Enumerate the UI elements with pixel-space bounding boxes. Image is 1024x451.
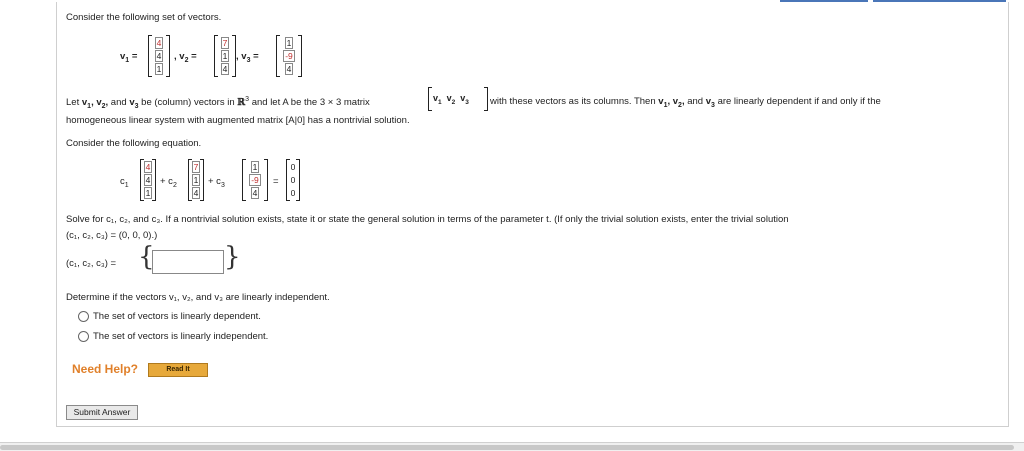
intro-text: Consider the following set of vectors.	[66, 12, 222, 23]
consider-equation-text: Consider the following equation.	[66, 138, 202, 149]
v1-entry-3: 1	[154, 63, 164, 75]
submit-answer-button[interactable]: Submit Answer	[66, 405, 138, 420]
option-independent-radio[interactable]	[78, 331, 89, 342]
eq-v2: 7 1 4	[188, 159, 204, 201]
rn-symbol: ℝ	[237, 97, 246, 109]
c2-coef: + c2	[160, 176, 177, 189]
v3-label: , v3 =	[236, 51, 259, 64]
v1-matrix: 4 4 1	[148, 35, 170, 77]
v2-entry-3: 4	[220, 63, 230, 75]
v3-entry-1: 1	[284, 37, 294, 49]
option-independent-label[interactable]: The set of vectors is linearly independe…	[93, 331, 268, 342]
v1-entry-2: 4	[154, 50, 164, 62]
scrollbar-thumb[interactable]	[0, 445, 1014, 450]
horizontal-scrollbar[interactable]	[0, 442, 1024, 451]
v2-matrix: 7 1 4	[214, 35, 236, 77]
v3-entry-2: -9	[283, 50, 295, 62]
zero-vector: 0 0 0	[286, 159, 300, 201]
option-dependent-label[interactable]: The set of vectors is linearly dependent…	[93, 311, 261, 322]
v2-label: , v2 =	[174, 51, 197, 64]
equals-sign: =	[273, 176, 279, 187]
paragraph-line-2: homogeneous linear system with augmented…	[66, 115, 410, 126]
paragraph-line-1: Let v1, v2, and v3 be (column) vectors i…	[66, 96, 370, 111]
c3-coef: + c3	[208, 176, 225, 189]
solution-input[interactable]	[152, 250, 224, 274]
option-dependent-radio[interactable]	[78, 311, 89, 322]
answer-label: (c₁, c₂, c₃) =	[66, 258, 117, 269]
v3-entry-3: 4	[284, 63, 294, 75]
need-help-label: Need Help?	[72, 362, 139, 376]
v1-entry-1: 4	[154, 37, 164, 49]
v3-matrix: 1 -9 4	[276, 35, 302, 77]
eq-v3: 1 -9 4	[242, 159, 268, 201]
matrix-a-columns: v1 v2 v3	[428, 87, 488, 111]
read-it-button[interactable]: Read It	[148, 363, 208, 377]
close-brace: }	[224, 242, 241, 272]
v1-label: v1 =	[120, 51, 138, 64]
eq-v1: 4 4 1	[140, 159, 156, 201]
solve-instructions-2: (c₁, c₂, c₃) = (0, 0, 0).)	[66, 230, 158, 241]
paragraph-line-1-cont: with these vectors as its columns. Then …	[490, 96, 881, 109]
c1-coef: c1	[120, 176, 129, 189]
v2-entry-2: 1	[220, 50, 230, 62]
solve-instructions-1: Solve for c₁, c₂, and c₃. If a nontrivia…	[66, 214, 789, 225]
v2-entry-1: 7	[220, 37, 230, 49]
determine-question: Determine if the vectors v₁, v₂, and v₃ …	[66, 292, 330, 303]
